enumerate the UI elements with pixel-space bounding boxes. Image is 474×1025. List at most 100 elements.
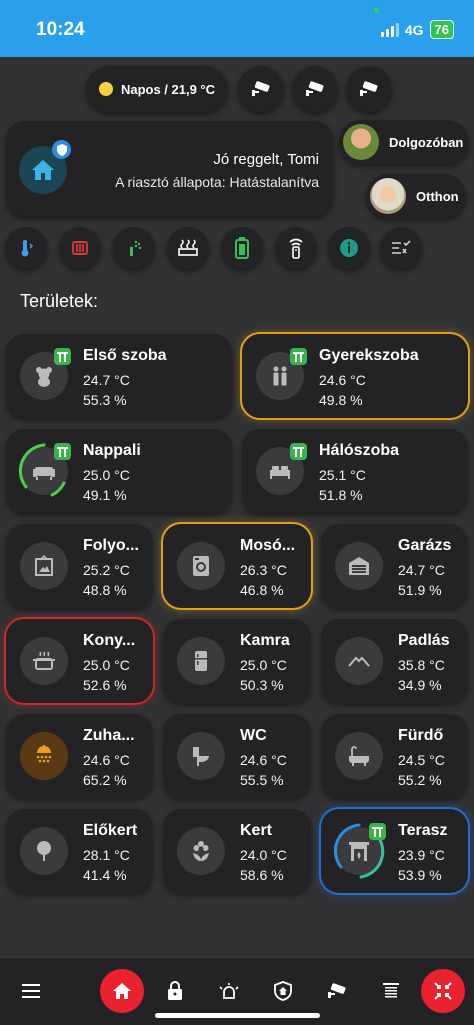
room-temperature: 24.6 °C (319, 372, 366, 388)
room-humidity: 49.8 % (319, 392, 363, 408)
room-temperature: 25.2 °C (83, 562, 130, 578)
room-card[interactable]: Első szoba 24.7 °C 55.3 % (6, 334, 232, 418)
room-temperature: 25.0 °C (83, 467, 130, 483)
room-humidity: 48.8 % (83, 582, 127, 598)
room-card[interactable]: Előkert 28.1 °C 41.4 % (6, 809, 153, 893)
room-name: Kamra (240, 632, 290, 649)
quick-action-temperature[interactable] (5, 227, 47, 269)
room-card[interactable]: Nappali 25.0 °C 49.1 % (6, 429, 232, 513)
room-card[interactable]: Kamra 25.0 °C 50.3 % (163, 619, 311, 703)
room-name: Mosó... (240, 537, 296, 554)
room-card[interactable]: Fürdő 24.5 °C 55.2 % (321, 714, 468, 798)
room-humidity: 46.8 % (240, 582, 284, 598)
camera-button-1[interactable] (238, 66, 284, 112)
roof-icon (335, 637, 383, 685)
home-icon (113, 983, 131, 999)
fridge-icon (177, 637, 225, 685)
room-humidity: 50.3 % (240, 677, 284, 693)
battery-icon (235, 237, 249, 259)
room-name: Kony... (83, 632, 136, 649)
quick-action-battery[interactable] (221, 227, 263, 269)
battery-indicator: 76 (429, 20, 454, 39)
person-status: Dolgozóban (389, 134, 464, 150)
room-card[interactable]: Zuha... 24.6 °C 65.2 % (6, 714, 153, 798)
room-humidity: 55.2 % (398, 772, 442, 788)
tree-icon (20, 827, 68, 875)
room-card[interactable]: Mosó... 26.3 °C 46.8 % (163, 524, 311, 608)
room-card[interactable]: Folyo... 25.2 °C 48.8 % (6, 524, 153, 608)
camera-button-2[interactable] (292, 66, 338, 112)
panic-nav-button[interactable] (421, 969, 465, 1013)
quick-action-heater[interactable] (59, 227, 101, 269)
quick-action-info[interactable] (328, 227, 370, 269)
room-humidity: 41.4 % (83, 867, 127, 883)
room-humidity: 34.9 % (398, 677, 442, 693)
room-card[interactable]: Garázs 24.7 °C 51.9 % (321, 524, 468, 608)
room-humidity: 51.9 % (398, 582, 442, 598)
room-name: Előkert (83, 822, 138, 839)
status-indicators: 4G 76 (380, 20, 454, 39)
room-humidity: 49.1 % (83, 487, 127, 503)
blinds-nav-button[interactable] (376, 976, 406, 1006)
alarm-icon (219, 983, 239, 999)
room-card[interactable]: Terasz 23.9 °C 53.9 % (321, 809, 468, 893)
menu-button[interactable] (16, 976, 46, 1006)
alarm-status: A riasztó állapota: Hatástalanítva (115, 174, 319, 190)
sun-icon (98, 82, 113, 96)
garage-icon (335, 542, 383, 590)
room-name: Terasz (398, 822, 448, 839)
gate-icon (369, 823, 386, 840)
room-temperature: 23.9 °C (398, 847, 445, 863)
shower-icon (20, 732, 68, 780)
room-name: Nappali (83, 442, 141, 459)
room-card[interactable]: Gyerekszoba 24.6 °C 49.8 % (242, 334, 468, 418)
checklist-icon (392, 240, 411, 254)
lock-nav-button[interactable] (160, 976, 190, 1006)
quick-action-checklist[interactable] (380, 227, 422, 269)
home-nav-button[interactable] (100, 969, 144, 1013)
camera-button-3[interactable] (346, 66, 392, 112)
status-time: 10:24 (36, 19, 85, 40)
room-card[interactable]: Kert 24.0 °C 58.6 % (163, 809, 311, 893)
gate-icon (290, 348, 307, 365)
lock-icon (168, 981, 182, 1000)
washing-machine-icon (177, 542, 225, 590)
room-temperature: 24.6 °C (240, 752, 287, 768)
person-chip-2[interactable]: Otthon (366, 174, 466, 218)
room-temperature: 25.0 °C (83, 657, 130, 673)
temperature-icon (21, 240, 34, 257)
info-icon (340, 239, 358, 257)
cctv-nav-button[interactable] (322, 976, 352, 1006)
room-card[interactable]: WC 24.6 °C 55.5 % (163, 714, 311, 798)
greeting-card[interactable]: Jó reggelt, Tomi A riasztó állapota: Hat… (6, 121, 333, 216)
status-bar: 10:24 4G 76 (0, 0, 474, 57)
alarm-nav-button[interactable] (214, 976, 244, 1006)
room-card[interactable]: Kony... 25.0 °C 52.6 % (6, 619, 153, 703)
room-humidity: 58.6 % (240, 867, 284, 883)
room-name: Kert (240, 822, 273, 839)
room-humidity: 53.9 % (398, 867, 442, 883)
quick-action-radiator[interactable] (167, 227, 209, 269)
weather-label: Napos / 21,9 °C (120, 81, 216, 97)
privacy-indicator (374, 8, 379, 13)
bathtub-icon (335, 732, 383, 780)
security-nav-button[interactable] (268, 976, 298, 1006)
person-chip-1[interactable]: Dolgozóban (339, 120, 469, 164)
room-humidity: 51.8 % (319, 487, 363, 503)
heater-icon (72, 241, 88, 255)
weather-chip[interactable]: Napos / 21,9 °C (86, 66, 228, 112)
room-name: WC (240, 727, 267, 744)
quick-action-sprinkler[interactable] (113, 227, 155, 269)
gate-icon (290, 443, 307, 460)
room-name: Padlás (398, 632, 450, 649)
pot-icon (20, 637, 68, 685)
person-status: Otthon (416, 188, 459, 204)
network-label: 4G (404, 21, 424, 38)
room-temperature: 35.8 °C (398, 657, 445, 673)
menu-icon (22, 984, 40, 998)
room-temperature: 24.7 °C (83, 372, 130, 388)
room-card[interactable]: Hálószoba 25.1 °C 51.8 % (242, 429, 468, 513)
room-card[interactable]: Padlás 35.8 °C 34.9 % (321, 619, 468, 703)
room-name: Első szoba (83, 347, 167, 364)
quick-action-remote[interactable] (275, 227, 317, 269)
